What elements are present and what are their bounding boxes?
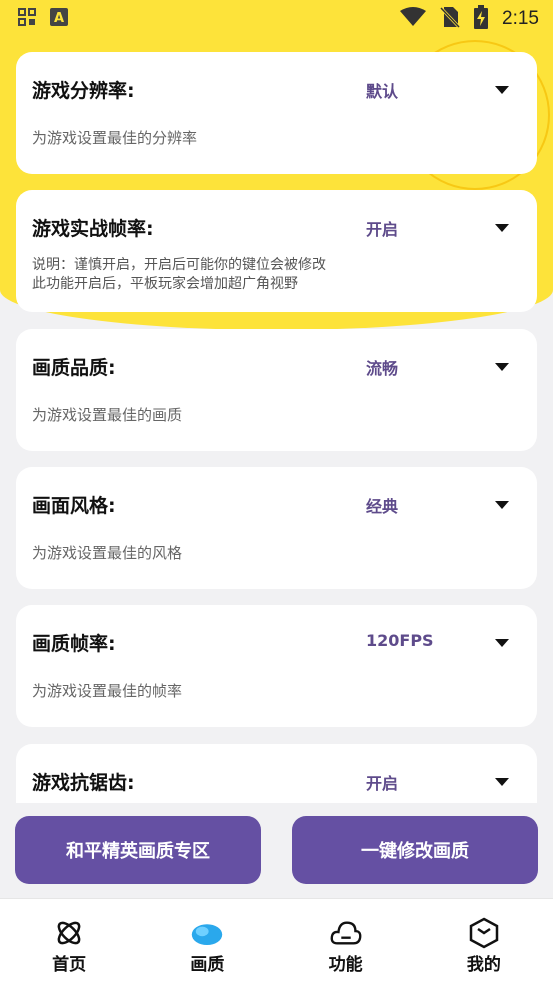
- nav-item-home[interactable]: 首页: [0, 899, 138, 983]
- chevron-down-icon[interactable]: [495, 778, 509, 786]
- setting-title: 画质帧率:: [32, 633, 116, 655]
- bottom-nav: 首页 画质 功能 我的: [0, 898, 553, 983]
- setting-title: 画质品质:: [32, 357, 116, 379]
- quality-zone-button[interactable]: 和平精英画质专区: [15, 816, 261, 884]
- nav-label: 我的: [466, 955, 501, 975]
- setting-value-select[interactable]: 默认: [366, 78, 398, 102]
- nav-label: 首页: [52, 955, 87, 975]
- setting-description: 为游戏设置最佳的画质: [32, 406, 183, 424]
- setting-card-style[interactable]: 画面风格: 经典 为游戏设置最佳的风格: [16, 467, 537, 589]
- status-time: 2:15: [502, 8, 539, 29]
- chevron-down-icon[interactable]: [495, 86, 509, 94]
- setting-value-select[interactable]: 经典: [366, 493, 398, 517]
- nav-label: 画质: [190, 955, 225, 975]
- setting-value-select[interactable]: 流畅: [366, 355, 398, 379]
- font-notification-icon: A: [50, 8, 68, 30]
- nav-item-quality[interactable]: 画质: [138, 899, 276, 983]
- nav-label: 功能: [328, 955, 363, 975]
- chevron-down-icon[interactable]: [495, 639, 509, 647]
- setting-description: 说明：谨慎开启，开启后可能你的键位会被修改 此功能开启后，平板玩家会增加超广角视…: [32, 256, 326, 294]
- wifi-icon: [400, 7, 427, 31]
- cloud-icon: [330, 917, 362, 949]
- setting-title: 游戏分辨率:: [32, 80, 135, 102]
- setting-card-framerate[interactable]: 画质帧率: 120FPS 为游戏设置最佳的帧率: [16, 605, 537, 727]
- nav-item-profile[interactable]: 我的: [415, 899, 553, 983]
- setting-card-combat-framerate[interactable]: 游戏实战帧率: 开启 说明：谨慎开启，开启后可能你的键位会被修改 此功能开启后，…: [16, 190, 537, 312]
- status-bar: A 2:15: [0, 0, 553, 38]
- setting-title: 游戏实战帧率:: [32, 218, 154, 240]
- chevron-down-icon[interactable]: [495, 363, 509, 371]
- setting-card-quality[interactable]: 画质品质: 流畅 为游戏设置最佳的画质: [16, 329, 537, 451]
- grid-icon: [18, 8, 36, 30]
- setting-value-select[interactable]: 开启: [366, 770, 398, 794]
- one-click-modify-button[interactable]: 一键修改画质: [292, 816, 538, 884]
- svg-text:A: A: [54, 11, 64, 26]
- nav-item-functions[interactable]: 功能: [277, 899, 415, 983]
- chevron-down-icon[interactable]: [495, 224, 509, 232]
- battery-charging-icon: [474, 5, 489, 33]
- setting-description: 为游戏设置最佳的风格: [32, 544, 183, 562]
- description-line: 此功能开启后，平板玩家会增加超广角视野: [32, 276, 298, 292]
- description-line: 说明：谨慎开启，开启后可能你的键位会被修改: [32, 257, 326, 273]
- setting-title: 游戏抗锯齿:: [32, 772, 135, 794]
- setting-description: 为游戏设置最佳的帧率: [32, 682, 183, 700]
- setting-value-select[interactable]: 120FPS: [366, 631, 434, 650]
- atom-icon: [53, 917, 85, 949]
- box-icon: [468, 917, 500, 949]
- setting-description: 为游戏设置最佳的分辨率: [32, 129, 198, 147]
- cloud-filled-icon: [191, 917, 223, 949]
- setting-card-resolution[interactable]: 游戏分辨率: 默认 为游戏设置最佳的分辨率: [16, 52, 537, 174]
- chevron-down-icon[interactable]: [495, 501, 509, 509]
- no-sim-icon: [439, 6, 461, 32]
- setting-value-select[interactable]: 开启: [366, 216, 398, 240]
- setting-title: 画面风格:: [32, 495, 116, 517]
